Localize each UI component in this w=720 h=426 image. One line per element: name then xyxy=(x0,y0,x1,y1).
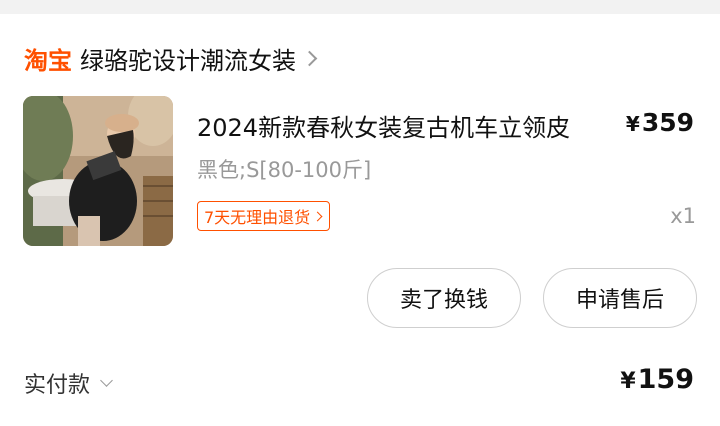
top-divider xyxy=(0,0,720,14)
product-title[interactable]: 2024新款春秋女装复古机车立领皮 xyxy=(197,108,570,143)
chevron-down-icon xyxy=(100,373,113,387)
sell-button[interactable]: 卖了换钱 xyxy=(367,268,521,328)
chevron-right-icon xyxy=(301,50,318,67)
chevron-right-icon xyxy=(312,211,323,221)
after-sales-button[interactable]: 申请售后 xyxy=(543,268,697,328)
price-currency: ¥ xyxy=(625,112,640,136)
return-policy-tag[interactable]: 7天无理由退货 xyxy=(197,201,331,231)
return-policy-label: 7天无理由退货 xyxy=(204,208,311,227)
paid-summary-toggle[interactable]: 实付款 xyxy=(24,366,113,400)
shop-header[interactable]: 淘宝 绿骆驼设计潮流女装 xyxy=(24,40,318,76)
paid-amount: ¥159 xyxy=(620,364,694,395)
paid-currency: ¥ xyxy=(620,369,636,394)
paid-value: 159 xyxy=(637,364,694,395)
product-image[interactable] xyxy=(23,96,173,246)
paid-label: 实付款 xyxy=(24,373,91,398)
product-variant: 黑色;S[80-100斤] xyxy=(197,158,372,182)
product-photo-icon xyxy=(23,96,173,246)
product-price: ¥359 xyxy=(626,108,694,137)
shop-name[interactable]: 绿骆驼设计潮流女装 xyxy=(80,41,296,76)
price-value: 359 xyxy=(641,108,694,137)
taobao-logo: 淘宝 xyxy=(24,46,72,75)
product-quantity: x1 xyxy=(670,204,696,228)
